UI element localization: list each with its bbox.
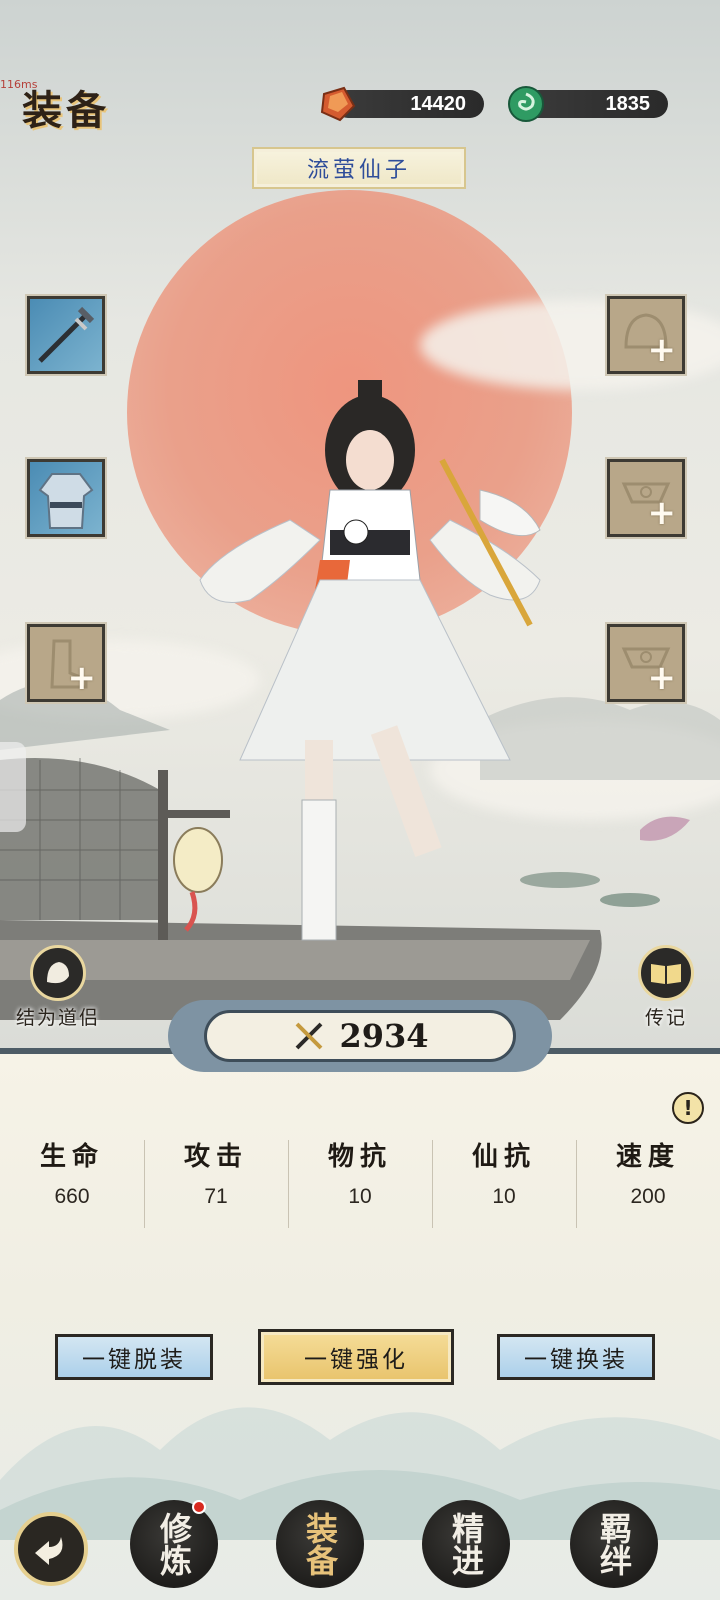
stat-physical-resist: 物抗 10 [288,1136,432,1236]
crossed-swords-icon [296,1022,323,1050]
armor-slot[interactable] [27,459,105,537]
add-accessory-2-icon: + [647,658,677,698]
boots-slot[interactable]: + [27,624,105,702]
unequip-all-button[interactable]: 一键脱装 [55,1334,213,1380]
nav-label: 羁绊 [595,1512,633,1576]
companion-icon [30,945,86,1001]
add-helmet-icon: + [647,330,677,370]
info-icon[interactable]: ! [672,1092,704,1124]
left-edge-tab[interactable] [0,742,26,832]
character-name-plate: 流萤仙子 [252,147,466,189]
jade-coin-icon [508,86,544,122]
robe-icon [38,473,94,529]
stat-label: 物抗 [327,1142,392,1172]
stat-value: 10 [492,1185,516,1208]
combat-power-value: 2934 [339,1017,429,1055]
biography-label: 传记 [644,1007,687,1029]
biography-button[interactable]: 传记 [620,945,712,1030]
stat-label: 速度 [615,1142,680,1172]
stat-label: 仙抗 [471,1142,536,1172]
stat-immortal-resist: 仙抗 10 [432,1136,576,1236]
book-icon [638,945,694,1001]
stat-label: 生命 [39,1142,104,1172]
stat-value: 71 [204,1185,228,1208]
combat-power-display: 2934 [168,1000,552,1072]
add-accessory-1-icon: + [647,493,677,533]
swap-all-button[interactable]: 一键换装 [497,1334,655,1380]
accessory-slot-2[interactable]: + [607,624,685,702]
power-inner: 2934 [204,1010,516,1062]
notification-badge [192,1500,206,1514]
enhance-all-button[interactable]: 一键强化 [258,1329,454,1385]
nav-refine[interactable]: 精进 [422,1500,510,1588]
nav-label: 精进 [447,1512,485,1576]
character-name: 流萤仙子 [306,158,411,183]
accessory-slot-1[interactable]: + [607,459,685,537]
nav-equipment[interactable]: 装备 [276,1500,364,1588]
stat-value: 200 [630,1185,666,1208]
weapon-slot[interactable] [27,296,105,374]
stat-speed: 速度 200 [576,1136,720,1236]
companion-label: 结为道侣 [15,1007,100,1029]
spirit-stone-amount: 14420 [410,92,466,115]
stat-value: 660 [54,1185,90,1208]
stat-value: 10 [348,1185,372,1208]
spirit-stone-icon [320,86,356,122]
nav-label: 装备 [301,1512,339,1576]
character-portrait [199,380,541,941]
add-boots-icon: + [67,658,97,698]
sword-icon [38,306,95,363]
stats-row: 生命 660 攻击 71 物抗 10 仙抗 10 速度 200 [0,1136,720,1236]
stat-hp: 生命 660 [0,1136,144,1236]
jade-coin-amount: 1835 [605,92,651,115]
helmet-slot[interactable]: + [607,296,685,374]
stat-attack: 攻击 71 [144,1136,288,1236]
page-title: 装备 [22,87,110,134]
bottom-navigation: 修炼 装备 精进 羁绊 [0,1490,720,1600]
stat-label: 攻击 [183,1142,248,1172]
nav-bond[interactable]: 羁绊 [570,1500,658,1588]
companion-button[interactable]: 结为道侣 [6,945,110,1030]
nav-label: 修炼 [155,1512,193,1576]
nav-cultivation[interactable]: 修炼 [130,1500,218,1588]
